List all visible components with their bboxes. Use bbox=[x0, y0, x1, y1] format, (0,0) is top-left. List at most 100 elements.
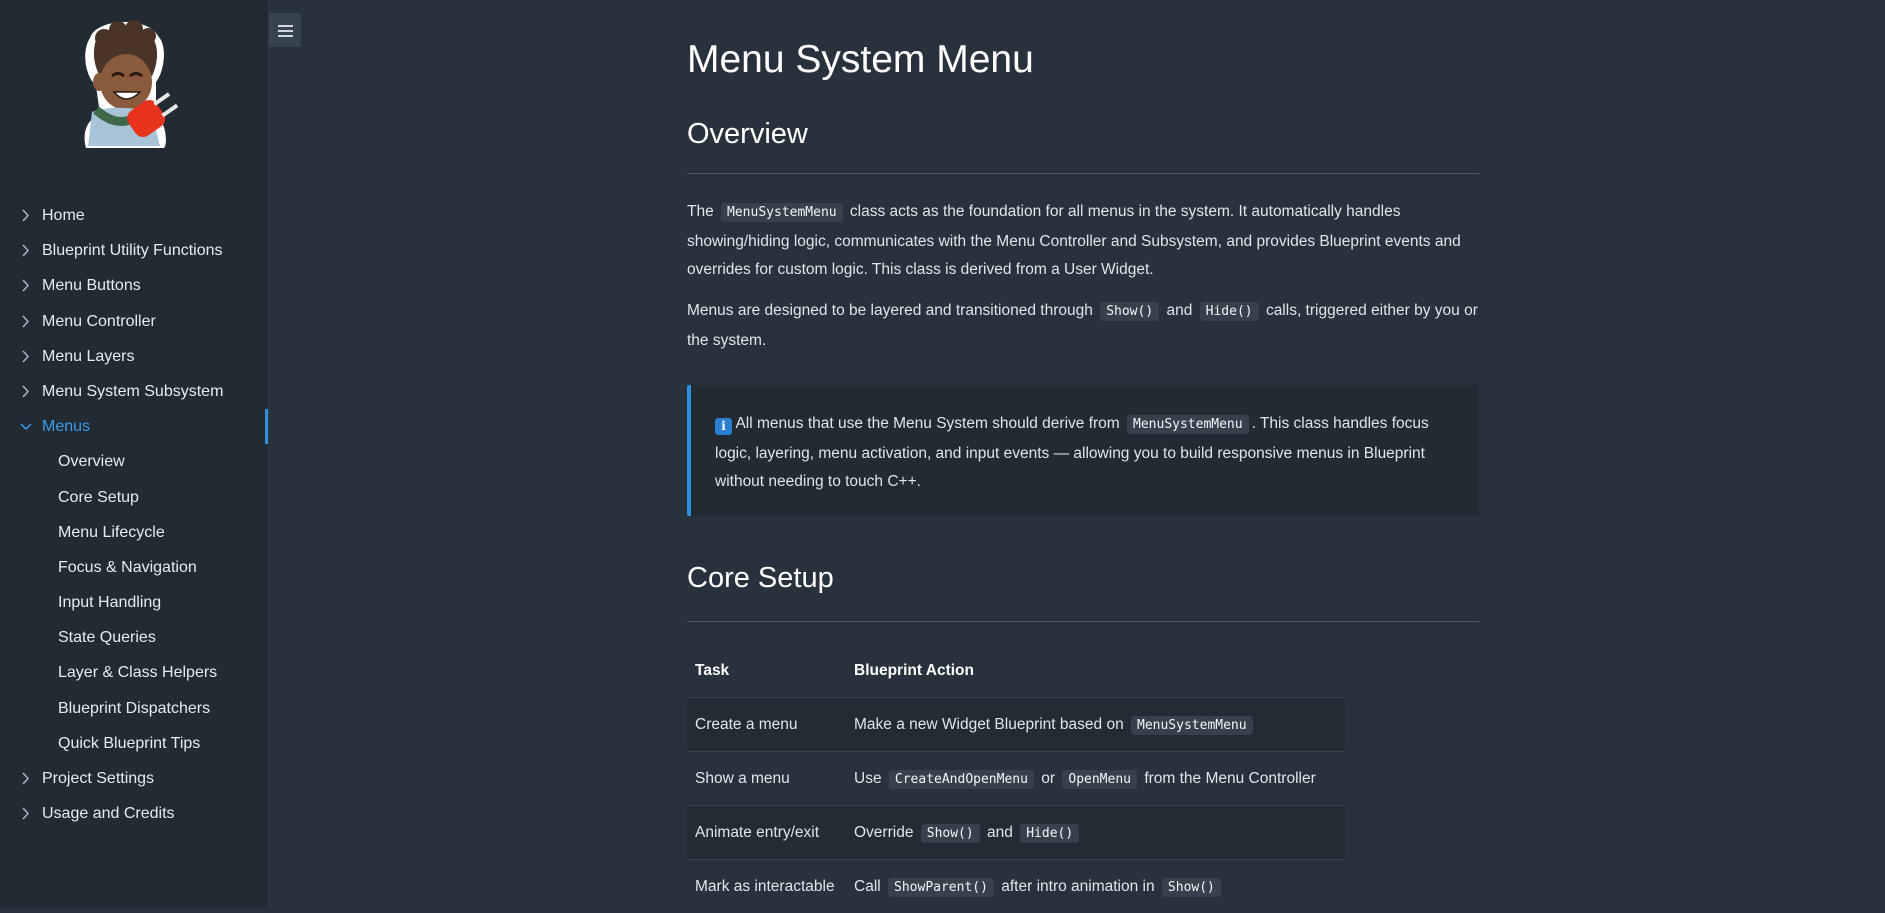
text: Override bbox=[854, 824, 913, 841]
text: The bbox=[687, 203, 714, 220]
sidebar-subitem-label: Blueprint Dispatchers bbox=[58, 700, 210, 717]
sidebar-item-menu-system-subsystem[interactable]: Menu System Subsystem bbox=[0, 374, 268, 409]
sidebar-item-menu-buttons[interactable]: Menu Buttons bbox=[0, 268, 268, 303]
code: CreateAndOpenMenu bbox=[889, 770, 1034, 789]
code-show: Show() bbox=[1100, 302, 1159, 321]
column-header-task: Task bbox=[687, 644, 846, 698]
sidebar-item-blueprint-utility-functions[interactable]: Blueprint Utility Functions bbox=[0, 233, 268, 268]
table-header-row: Task Blueprint Action bbox=[687, 644, 1345, 698]
sidebar-item-label: Home bbox=[42, 207, 85, 224]
sidebar-subitem-input-handling[interactable]: Input Handling bbox=[0, 585, 268, 620]
chevron-right-icon bbox=[20, 198, 32, 233]
code: Show() bbox=[1162, 878, 1221, 897]
table-row: Create a menu Make a new Widget Blueprin… bbox=[687, 698, 1345, 752]
chevron-right-icon bbox=[20, 233, 32, 268]
cell-task: Animate entry/exit bbox=[687, 806, 846, 860]
sidebar-subitem-label: Quick Blueprint Tips bbox=[58, 735, 200, 752]
text: or bbox=[1041, 770, 1055, 787]
overview-paragraph-1: The MenuSystemMenu class acts as the fou… bbox=[687, 198, 1479, 285]
code: ShowParent() bbox=[888, 878, 994, 897]
page-title: Menu System Menu bbox=[687, 38, 1034, 82]
code: Hide() bbox=[1020, 824, 1079, 843]
sidebar-item-label: Menu Layers bbox=[42, 348, 135, 365]
overview-heading: Overview bbox=[687, 118, 808, 151]
sidebar-item-menus[interactable]: Menus bbox=[0, 409, 268, 444]
hamburger-icon bbox=[278, 25, 293, 27]
sidebar-item-menu-layers[interactable]: Menu Layers bbox=[0, 339, 268, 374]
sidebar-subitem-label: State Queries bbox=[58, 629, 156, 646]
divider bbox=[687, 621, 1479, 622]
sidebar-item-home[interactable]: Home bbox=[0, 198, 268, 233]
sidebar-subitem-label: Menu Lifecycle bbox=[58, 524, 165, 541]
hamburger-icon bbox=[278, 30, 293, 32]
sidebar-subitem-label: Overview bbox=[58, 453, 125, 470]
divider bbox=[687, 173, 1479, 174]
sidebar-subitem-label: Layer & Class Helpers bbox=[58, 664, 217, 681]
code: OpenMenu bbox=[1062, 770, 1137, 789]
sidebar-subitem-blueprint-dispatchers[interactable]: Blueprint Dispatchers bbox=[0, 691, 268, 726]
overview-paragraph-2: Menus are designed to be layered and tra… bbox=[687, 297, 1479, 355]
column-header-blueprint-action: Blueprint Action bbox=[846, 644, 1345, 698]
sidebar-nav: Home Blueprint Utility Functions Menu Bu… bbox=[0, 198, 268, 831]
text: Make a new Widget Blueprint based on bbox=[854, 716, 1124, 733]
info-icon: i bbox=[715, 418, 732, 435]
code: MenuSystemMenu bbox=[1131, 716, 1253, 735]
sidebar-item-label: Blueprint Utility Functions bbox=[42, 242, 223, 259]
sidebar-subitem-overview[interactable]: Overview bbox=[0, 444, 268, 479]
chevron-right-icon bbox=[20, 339, 32, 374]
sidebar-item-label: Menu Controller bbox=[42, 313, 156, 330]
table-row: Mark as interactable Call ShowParent() a… bbox=[687, 860, 1345, 913]
sidebar-subitem-quick-blueprint-tips[interactable]: Quick Blueprint Tips bbox=[0, 726, 268, 761]
text: and bbox=[1166, 302, 1192, 319]
chevron-right-icon bbox=[20, 374, 32, 409]
chevron-right-icon bbox=[20, 268, 32, 303]
cell-task: Mark as interactable bbox=[687, 860, 846, 913]
cell-task: Create a menu bbox=[687, 698, 846, 752]
sidebar: Home Blueprint Utility Functions Menu Bu… bbox=[0, 0, 269, 907]
menu-toggle-button[interactable] bbox=[269, 13, 301, 47]
cell-action: Make a new Widget Blueprint based on Men… bbox=[846, 698, 1345, 752]
chevron-right-icon bbox=[20, 304, 32, 339]
sidebar-item-usage-and-credits[interactable]: Usage and Credits bbox=[0, 796, 268, 831]
chevron-right-icon bbox=[20, 796, 32, 831]
sidebar-item-label: Menus bbox=[42, 418, 90, 435]
info-callout: i All menus that use the Menu System sho… bbox=[687, 385, 1479, 516]
sidebar-item-label: Menu Buttons bbox=[42, 277, 141, 294]
text: Use bbox=[854, 770, 882, 787]
sidebar-subitem-focus-navigation[interactable]: Focus & Navigation bbox=[0, 550, 268, 585]
sidebar-item-menu-controller[interactable]: Menu Controller bbox=[0, 304, 268, 339]
character-plug-logo[interactable] bbox=[56, 16, 206, 166]
code: Show() bbox=[921, 824, 980, 843]
sidebar-item-project-settings[interactable]: Project Settings bbox=[0, 761, 268, 796]
sidebar-subitem-label: Core Setup bbox=[58, 489, 139, 506]
text: Call bbox=[854, 878, 881, 895]
sidebar-subitem-label: Input Handling bbox=[58, 594, 161, 611]
table-row: Animate entry/exit Override Show() and H… bbox=[687, 806, 1345, 860]
sidebar-subitem-state-queries[interactable]: State Queries bbox=[0, 620, 268, 655]
core-setup-heading: Core Setup bbox=[687, 562, 834, 595]
code-menusystemmenu: MenuSystemMenu bbox=[721, 203, 843, 222]
info-callout-text: i All menus that use the Menu System sho… bbox=[715, 410, 1460, 497]
table-row: Show a menu Use CreateAndOpenMenu or Ope… bbox=[687, 752, 1345, 806]
sidebar-subitem-layer-class-helpers[interactable]: Layer & Class Helpers bbox=[0, 655, 268, 690]
sidebar-subitem-label: Focus & Navigation bbox=[58, 559, 197, 576]
chevron-down-icon bbox=[20, 409, 32, 444]
sidebar-item-label: Menu System Subsystem bbox=[42, 383, 223, 400]
cell-action: Call ShowParent() after intro animation … bbox=[846, 860, 1345, 913]
text: All menus that use the Menu System shoul… bbox=[735, 415, 1119, 432]
chevron-right-icon bbox=[20, 761, 32, 796]
text: after intro animation in bbox=[1001, 878, 1154, 895]
sidebar-subitem-core-setup[interactable]: Core Setup bbox=[0, 480, 268, 515]
sidebar-item-label: Usage and Credits bbox=[42, 805, 175, 822]
sidebar-subitem-menu-lifecycle[interactable]: Menu Lifecycle bbox=[0, 515, 268, 550]
hamburger-icon bbox=[278, 35, 293, 37]
text: from the Menu Controller bbox=[1144, 770, 1315, 787]
cell-task: Show a menu bbox=[687, 752, 846, 806]
code-hide: Hide() bbox=[1200, 302, 1259, 321]
text: and bbox=[987, 824, 1013, 841]
text: Menus are designed to be layered and tra… bbox=[687, 302, 1093, 319]
core-setup-table: Task Blueprint Action Create a menu Make… bbox=[687, 644, 1345, 913]
cell-action: Use CreateAndOpenMenu or OpenMenu from t… bbox=[846, 752, 1345, 806]
sidebar-item-label: Project Settings bbox=[42, 770, 154, 787]
code-menusystemmenu: MenuSystemMenu bbox=[1127, 415, 1249, 434]
